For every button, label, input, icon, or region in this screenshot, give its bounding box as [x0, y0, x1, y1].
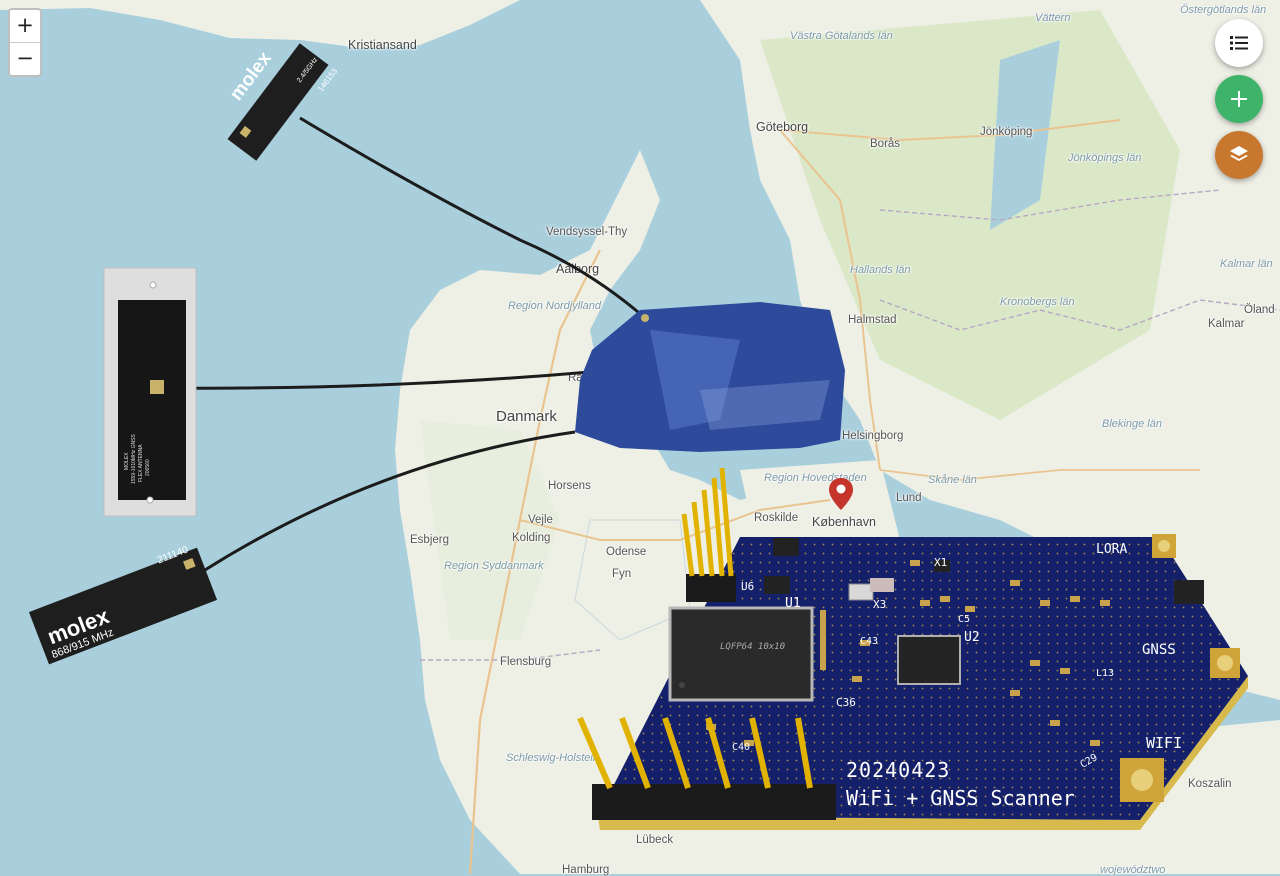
place-label-schleswig: Schleswig-Holstein [506, 752, 599, 764]
pcb-label-l13: L13 [1096, 668, 1115, 679]
antenna-gnss-line1: 1559-1610MHz GNSS [131, 434, 137, 484]
pcb-label-u1: U1 [785, 596, 801, 611]
zoom-control: + − [8, 8, 42, 77]
pcb-label-c5: C5 [958, 614, 971, 625]
zoom-out-button[interactable]: − [10, 42, 40, 75]
pcb-label-gnss: GNSS [1142, 642, 1176, 658]
zoom-in-button[interactable]: + [10, 10, 40, 42]
place-label-wojewodztwo: województwo [1100, 864, 1166, 876]
place-label-kalmar-lan: Kalmar län [1220, 258, 1273, 270]
place-label-kolding: Kolding [512, 532, 551, 544]
place-label-hamburg: Hamburg [562, 864, 610, 876]
place-label-vastra-gotaland: Västra Götalands län [790, 30, 893, 42]
place-label-lubeck: Lübeck [636, 834, 674, 846]
layers-button[interactable] [1215, 131, 1263, 179]
place-label-boras: Borås [870, 138, 901, 150]
place-label-danmark: Danmark [496, 408, 557, 425]
place-label-horsens: Horsens [548, 480, 591, 492]
place-label-ra: Ra [568, 372, 583, 384]
place-label-kalmar: Kalmar [1208, 318, 1245, 330]
place-label-vejle: Vejle [528, 514, 553, 526]
list-button[interactable] [1215, 19, 1263, 67]
place-label-ostergotland: Östergötlands län [1180, 4, 1267, 16]
pcb-label-c36: C36 [836, 696, 856, 709]
place-label-hallands-lan: Hallands län [850, 264, 911, 276]
place-label-esbjerg: Esbjerg [410, 534, 449, 546]
map-background[interactable] [0, 0, 1280, 874]
place-label-kronobergs-lan: Kronobergs län [1000, 296, 1075, 308]
place-label-goteborg: Göteborg [756, 120, 809, 134]
pcb-label-u6: U6 [741, 580, 755, 593]
place-label-lund: Lund [896, 492, 922, 504]
place-label-odense: Odense [606, 546, 647, 558]
pcb-date: 20240423 [846, 758, 951, 782]
list-icon [1230, 36, 1248, 50]
layers-icon [1230, 146, 1248, 161]
place-label-halmstad: Halmstad [848, 314, 897, 326]
place-label-roskilde: Roskilde [754, 512, 799, 524]
place-label-jonkoping: Jönköping [980, 126, 1033, 138]
place-label-helsingborg: Helsingborg [842, 430, 904, 442]
pcb-title: WiFi + GNSS Scanner [846, 786, 1075, 810]
pcb-label-x1: X1 [934, 556, 948, 569]
pcb-label-c43: C43 [860, 636, 879, 647]
place-label-skane: Skåne län [928, 474, 977, 486]
antenna-gnss-brand: MOLEX [124, 452, 130, 470]
place-label-jonkopings-lan: Jönköpings län [1068, 152, 1142, 164]
place-label-aalborg: Aalborg [556, 262, 600, 276]
place-label-koszalin: Koszalin [1188, 778, 1232, 790]
place-label-syddanmark: Region Syddanmark [444, 560, 544, 572]
antenna-gnss-part: 206560 [145, 459, 151, 476]
place-label-kobenhavn: København [812, 515, 876, 529]
plus-icon [1231, 91, 1247, 107]
place-label-flensburg: Flensburg [500, 656, 552, 668]
add-button[interactable] [1215, 75, 1263, 123]
place-label-oland: Öland [1244, 304, 1275, 316]
pcb-label-wifi: WIFI [1146, 734, 1183, 752]
map-pin-icon[interactable] [829, 478, 853, 510]
pcb-label-lora: LORA [1096, 542, 1128, 557]
place-label-vendsyssel: Vendsyssel-Thy [546, 226, 628, 238]
pcb-chip-label: LQFP64 10x10 [720, 642, 786, 652]
place-label-fyn: Fyn [612, 568, 632, 580]
place-label-nordjylland: Region Nordjylland [508, 300, 601, 312]
place-label-vattern: Vättern [1035, 12, 1071, 24]
pcb-label-u2: U2 [964, 630, 980, 645]
pcb-label-x3: X3 [873, 598, 887, 611]
place-label-kristiansand: Kristiansand [348, 38, 417, 52]
antenna-gnss-line2: FLEX ANTENNA [138, 444, 144, 482]
place-label-blekinge: Blekinge län [1102, 418, 1162, 430]
pcb-label-c40: C40 [732, 742, 751, 753]
